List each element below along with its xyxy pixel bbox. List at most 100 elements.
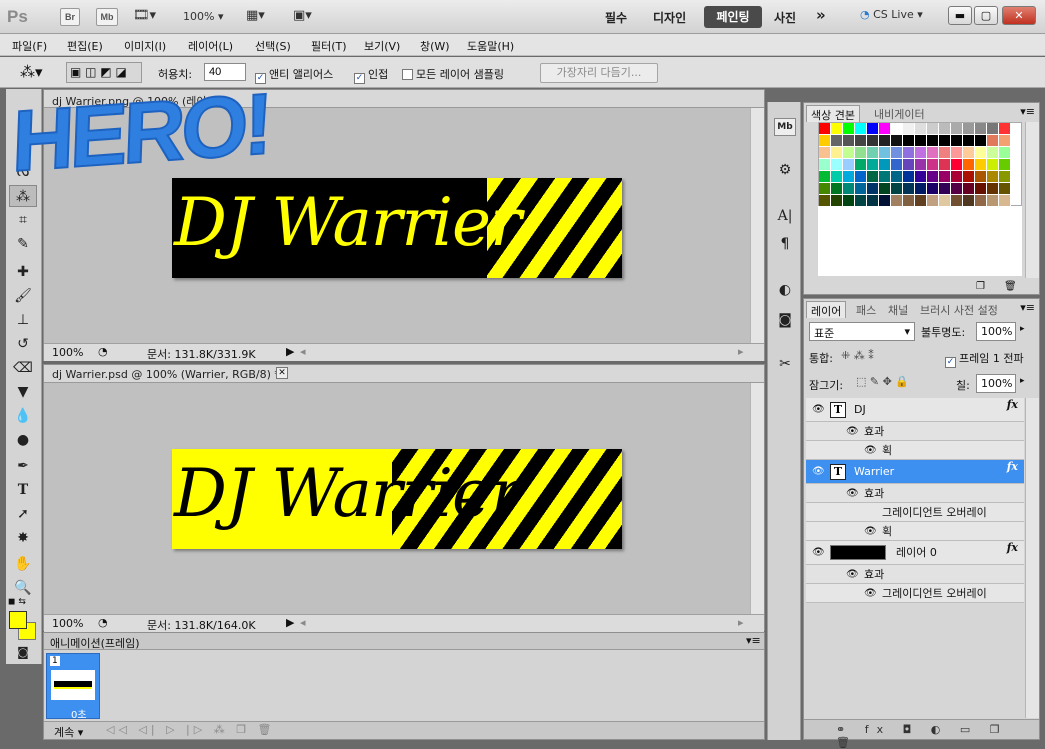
tab-channels[interactable]: 채널 xyxy=(884,301,912,318)
workspace-painting[interactable]: 페인팅 xyxy=(704,6,762,28)
swatch-color[interactable] xyxy=(915,159,927,171)
menu-filter[interactable]: 필터(T) xyxy=(311,38,347,54)
chevron-down-icon[interactable]: ▾ xyxy=(218,10,224,23)
layer-effect-row[interactable]: 👁 획 xyxy=(806,522,1024,541)
layers-footer-icons[interactable]: ⚭ fx ◘ ◐ ▭ ❐ 🗑 xyxy=(804,719,1039,749)
visibility-eye-icon[interactable]: 👁 xyxy=(812,541,825,565)
swatch-color[interactable] xyxy=(975,123,987,135)
swatch-color[interactable] xyxy=(867,183,879,195)
vertical-scrollbar[interactable] xyxy=(750,383,764,615)
scroll-left-icon[interactable]: ◂ xyxy=(300,345,306,358)
panel-menu-icon[interactable]: ▾≡ xyxy=(1020,105,1035,118)
effect-visibility-eye-icon[interactable]: 👁 xyxy=(864,522,877,541)
minibridge-panel-icon[interactable]: Mb xyxy=(774,118,796,136)
swatch-color[interactable] xyxy=(843,135,855,147)
swatch-color[interactable] xyxy=(927,183,939,195)
character-panel-icon[interactable]: A| xyxy=(772,204,798,228)
swatch-color[interactable] xyxy=(975,171,987,183)
swatch-color[interactable] xyxy=(975,135,987,147)
layer-row[interactable]: 👁 T Warrier fx xyxy=(806,460,1024,484)
panel-menu-icon[interactable]: ▾≡ xyxy=(1020,301,1035,314)
swatch-color[interactable] xyxy=(975,147,987,159)
swatch-color[interactable] xyxy=(819,147,831,159)
blend-mode-select[interactable]: 표준 ▾ xyxy=(809,322,915,341)
sample-all-layers-checkbox[interactable]: 모든 레이어 샘플링 xyxy=(402,66,504,82)
swatch-color[interactable] xyxy=(903,183,915,195)
delete-swatch-icon[interactable]: 🗑 xyxy=(1004,281,1017,292)
swatch-color[interactable] xyxy=(927,171,939,183)
layer-effect-row[interactable]: 그레이디언트 오버레이 xyxy=(806,503,1024,522)
swatch-color[interactable] xyxy=(915,171,927,183)
workspace-essentials[interactable]: 필수 xyxy=(605,9,627,26)
paint-bucket-tool-icon[interactable]: ▼ xyxy=(9,381,37,403)
close-tab-icon[interactable]: ✕ xyxy=(276,367,288,379)
swatch-color[interactable] xyxy=(819,183,831,195)
vertical-scrollbar[interactable] xyxy=(1025,398,1039,718)
swatch-color[interactable] xyxy=(915,147,927,159)
swatch-color[interactable] xyxy=(867,159,879,171)
panel-menu-icon[interactable]: ▾≡ xyxy=(746,634,761,647)
swatch-color[interactable] xyxy=(939,183,951,195)
swatch-color[interactable] xyxy=(867,147,879,159)
swatch-color[interactable] xyxy=(951,183,963,195)
swatch-color[interactable] xyxy=(987,123,999,135)
screen-mode-icon[interactable]: ▣▾ xyxy=(293,8,312,23)
clone-stamp-tool-icon[interactable]: ⊥ xyxy=(9,309,37,331)
foreground-color-swatch[interactable] xyxy=(9,611,27,629)
swatch-color[interactable] xyxy=(879,159,891,171)
swatch-color[interactable] xyxy=(951,147,963,159)
effects-icon[interactable]: fx xyxy=(1007,460,1018,473)
swatch-color[interactable] xyxy=(939,135,951,147)
effect-visibility-eye-icon[interactable]: 👁 xyxy=(846,422,859,441)
menu-select[interactable]: 선택(S) xyxy=(255,38,291,54)
swatch-color[interactable] xyxy=(963,135,975,147)
swatch-color[interactable] xyxy=(831,183,843,195)
swatch-color[interactable] xyxy=(891,147,903,159)
swatch-color[interactable] xyxy=(855,147,867,159)
dodge-tool-icon[interactable]: ● xyxy=(9,429,37,451)
workspace-photo[interactable]: 사진 xyxy=(774,9,796,26)
cs-live-button[interactable]: ◔ CS Live ▾ xyxy=(860,8,923,21)
selection-mode-icons[interactable]: ▣ ◫ ◩ ◪ xyxy=(66,62,142,83)
layer-effect-row[interactable]: 👁 획 xyxy=(806,441,1024,460)
swatch-color[interactable] xyxy=(951,123,963,135)
tab-swatches[interactable]: 색상 견본 xyxy=(806,105,860,122)
hand-tool-icon[interactable]: ✋ xyxy=(9,553,37,575)
swatch-color[interactable] xyxy=(915,183,927,195)
loop-select[interactable]: 계속 ▾ xyxy=(54,724,83,740)
swatch-color[interactable] xyxy=(951,171,963,183)
swatch-color[interactable] xyxy=(843,171,855,183)
healing-brush-tool-icon[interactable]: ✚ xyxy=(9,261,37,283)
effect-visibility-eye-icon[interactable]: 👁 xyxy=(864,441,877,460)
menu-window[interactable]: 창(W) xyxy=(420,38,450,54)
swatch-color[interactable] xyxy=(879,135,891,147)
swatch-color[interactable] xyxy=(867,135,879,147)
swatch-color[interactable] xyxy=(843,183,855,195)
fill-slider-arrow-icon[interactable]: ▸ xyxy=(1020,376,1025,386)
swatch-color[interactable] xyxy=(987,147,999,159)
blur-tool-icon[interactable]: 💧 xyxy=(9,405,37,427)
swatch-color[interactable] xyxy=(975,183,987,195)
swatch-color[interactable] xyxy=(867,171,879,183)
tab-navigator[interactable]: 내비게이터 xyxy=(870,105,929,122)
swatch-color[interactable] xyxy=(819,159,831,171)
menu-view[interactable]: 보기(V) xyxy=(364,38,400,54)
swatch-color[interactable] xyxy=(867,123,879,135)
layer-effect-row[interactable]: 👁 효과 xyxy=(806,565,1024,584)
brush-tool-icon[interactable]: 🖌 xyxy=(9,285,37,307)
swatch-color[interactable] xyxy=(999,123,1011,135)
paragraph-panel-icon[interactable]: ¶ xyxy=(772,232,798,256)
visibility-eye-icon[interactable]: 👁 xyxy=(812,460,825,484)
swatch-color[interactable] xyxy=(927,159,939,171)
layer-effect-row[interactable]: 👁 효과 xyxy=(806,422,1024,441)
scroll-left-icon[interactable]: ◂ xyxy=(300,616,306,629)
swatch-color[interactable] xyxy=(891,135,903,147)
swatch-color[interactable] xyxy=(843,123,855,135)
more-workspaces-icon[interactable]: » xyxy=(816,6,826,24)
effects-icon[interactable]: fx xyxy=(1007,398,1018,411)
swatch-color[interactable] xyxy=(879,171,891,183)
adjustments-panel-icon[interactable]: ◐ xyxy=(772,278,798,302)
layer-row[interactable]: 👁 T DJ fx xyxy=(806,398,1024,422)
swatch-color[interactable] xyxy=(819,135,831,147)
swatch-color[interactable] xyxy=(927,123,939,135)
